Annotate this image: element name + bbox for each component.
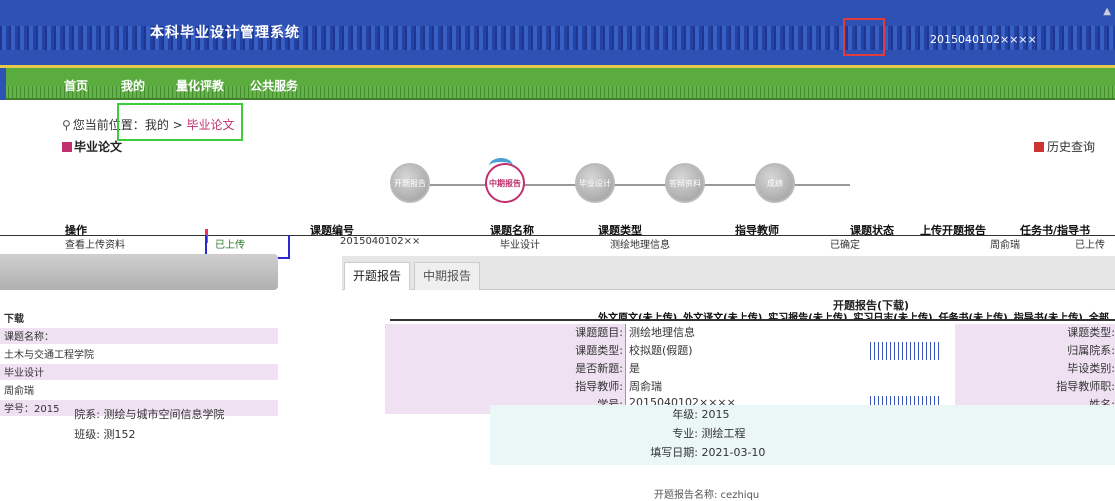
form-row: 是否新题: 是 毕设类别:	[385, 360, 1115, 378]
nav-accent	[0, 68, 6, 100]
link-task-book[interactable]: 任务书(未上传)	[939, 313, 1008, 319]
dept-value: 测绘与城市空间信息学院	[103, 408, 225, 421]
field-label-right: 课题类型:	[955, 324, 1115, 342]
link-internship-report[interactable]: 实习报告(未上传)	[768, 313, 847, 319]
user-info[interactable]: 2015040102××××	[930, 33, 1037, 46]
page-title: 毕业论文	[62, 138, 122, 155]
link-internship-log[interactable]: 实习日志(未上传)	[853, 313, 932, 319]
major-label: 专业:	[672, 427, 698, 440]
grade-row: 年级: 2015	[490, 405, 990, 424]
breadcrumb-highlight-box	[117, 103, 243, 141]
nav-decoration	[0, 86, 1115, 98]
class-value: 测152	[103, 428, 136, 441]
field-decoration	[870, 342, 940, 360]
field-label-right: 指导教师职:	[955, 378, 1115, 396]
field-label: 指导教师:	[385, 378, 625, 396]
field-value: 校拟题(假题)	[625, 342, 865, 360]
tab-proposal[interactable]: 开题报告	[344, 262, 411, 290]
left-row: 毕业设计	[0, 364, 278, 380]
app-title: 本科毕业设计管理系统	[150, 25, 300, 41]
cell-task[interactable]: 已上传	[1075, 236, 1105, 251]
left-row[interactable]: 下载	[0, 310, 278, 326]
step-label: 成绩	[767, 178, 783, 188]
step-label: 开题报告	[394, 178, 426, 188]
field-label: 课题类型:	[385, 342, 625, 360]
form-row: 指导教师: 周俞瑞 指导教师职:	[385, 378, 1115, 396]
step-label: 毕业设计	[579, 178, 611, 188]
table-header: 操作 课题编号 课题名称 课题类型 指导教师 课题状态 上传开题报告 任务书/指…	[0, 222, 1115, 237]
field-value: 是	[625, 360, 865, 378]
step-design[interactable]: 毕业设计	[575, 163, 615, 203]
step-proposal[interactable]: 开题报告	[390, 163, 430, 203]
cell-number: 2015040102××	[340, 236, 421, 247]
tab-midterm[interactable]: 中期报告	[414, 262, 481, 290]
field-label: 课题题目:	[385, 324, 625, 342]
lower-info: 年级: 2015 专业: 测绘工程 填写日期: 2021-03-10	[490, 405, 990, 462]
nav-public-service[interactable]: 公共服务	[250, 77, 298, 94]
field-label: 是否新题:	[385, 360, 625, 378]
user-avatar[interactable]	[843, 18, 885, 56]
history-icon	[1034, 142, 1044, 152]
link-foreign-original[interactable]: 外文原文(未上传)	[598, 313, 677, 319]
form-row: 课题题目: 测绘地理信息 课题类型:	[385, 324, 1115, 342]
class-row: 班级: 测152	[62, 425, 338, 445]
history-label[interactable]: 历史查询	[1047, 140, 1095, 154]
location-pin-icon: ⚲	[62, 118, 71, 132]
major-row: 专业: 测绘工程	[490, 424, 990, 443]
scroll-up-icon[interactable]: ▲	[1103, 6, 1111, 17]
cell-type: 毕业设计	[500, 240, 540, 251]
left-panel-header	[0, 254, 278, 290]
field-label-right: 毕设类别:	[955, 360, 1115, 378]
cell-teacher: 周俞瑞	[990, 240, 1020, 251]
history-query-link[interactable]: 历史查询	[1034, 138, 1095, 155]
cell-action[interactable]: 查看上传资料	[65, 236, 125, 251]
field-label-right: 归属院系:	[955, 342, 1115, 360]
field-value: 周俞瑞	[625, 378, 865, 396]
step-grade[interactable]: 成绩	[755, 163, 795, 203]
date-label: 填写日期:	[650, 446, 698, 459]
date-value: 2021-03-10	[701, 446, 766, 459]
left-row: 土木与交通工程学院	[4, 350, 94, 361]
class-label: 班级:	[74, 428, 100, 441]
dept-label: 院系:	[74, 408, 100, 421]
cell-name: 测绘地理信息	[610, 240, 670, 251]
step-label: 答辩资料	[669, 178, 701, 188]
link-guide-book[interactable]: 指导书(未上传)	[1014, 313, 1083, 319]
report-name-row: 开题报告名称: cezhiqu	[654, 490, 760, 501]
step-midterm[interactable]: 中期报告	[485, 158, 525, 203]
grade-label: 年级:	[672, 408, 698, 421]
field-value: 测绘地理信息	[625, 324, 865, 342]
link-foreign-translation[interactable]: 外文译文(未上传)	[683, 313, 762, 319]
left-panel: 下载 课题名称： 土木与交通工程学院 毕业设计 周俞瑞 学号：2015	[0, 254, 278, 493]
form-row: 课题类型: 校拟题(假题) 归属院系:	[385, 342, 1115, 360]
tab-bar: 开题报告 中期报告	[342, 256, 1115, 290]
student-dept-info: 院系: 测绘与城市空间信息学院 班级: 测152	[62, 405, 338, 445]
report-links: 外文原文(未上传) 外文译文(未上传) 实习报告(未上传) 实习日志(未上传) 任务书(…	[390, 309, 1115, 321]
nav-mine[interactable]: 我的	[121, 77, 145, 94]
nav-evaluation[interactable]: 量化评教	[176, 77, 224, 94]
left-row: 周俞瑞	[4, 386, 34, 397]
step-label: 中期报告	[489, 178, 521, 188]
page-title-text: 毕业论文	[74, 140, 123, 154]
thesis-icon	[62, 142, 72, 152]
link-all[interactable]: 全部	[1089, 313, 1109, 319]
table-row: 查看上传资料 已上传 2015040102×× 毕业设计 测绘地理信息 已确定 …	[0, 235, 1115, 251]
grade-value: 2015	[701, 408, 730, 421]
step-defense[interactable]: 答辩资料	[665, 163, 705, 203]
dept-row: 院系: 测绘与城市空间信息学院	[62, 405, 338, 425]
main-nav: 首页 我的 量化评教 公共服务	[0, 68, 1115, 100]
major-value: 测绘工程	[701, 427, 746, 440]
cell-status: 已确定	[830, 240, 860, 251]
date-row: 填写日期: 2021-03-10	[490, 443, 990, 462]
nav-home[interactable]: 首页	[64, 77, 88, 94]
app-header: 本科毕业设计管理系统 2015040102×××× ▲	[0, 0, 1115, 68]
left-row: 课题名称：	[0, 328, 278, 344]
